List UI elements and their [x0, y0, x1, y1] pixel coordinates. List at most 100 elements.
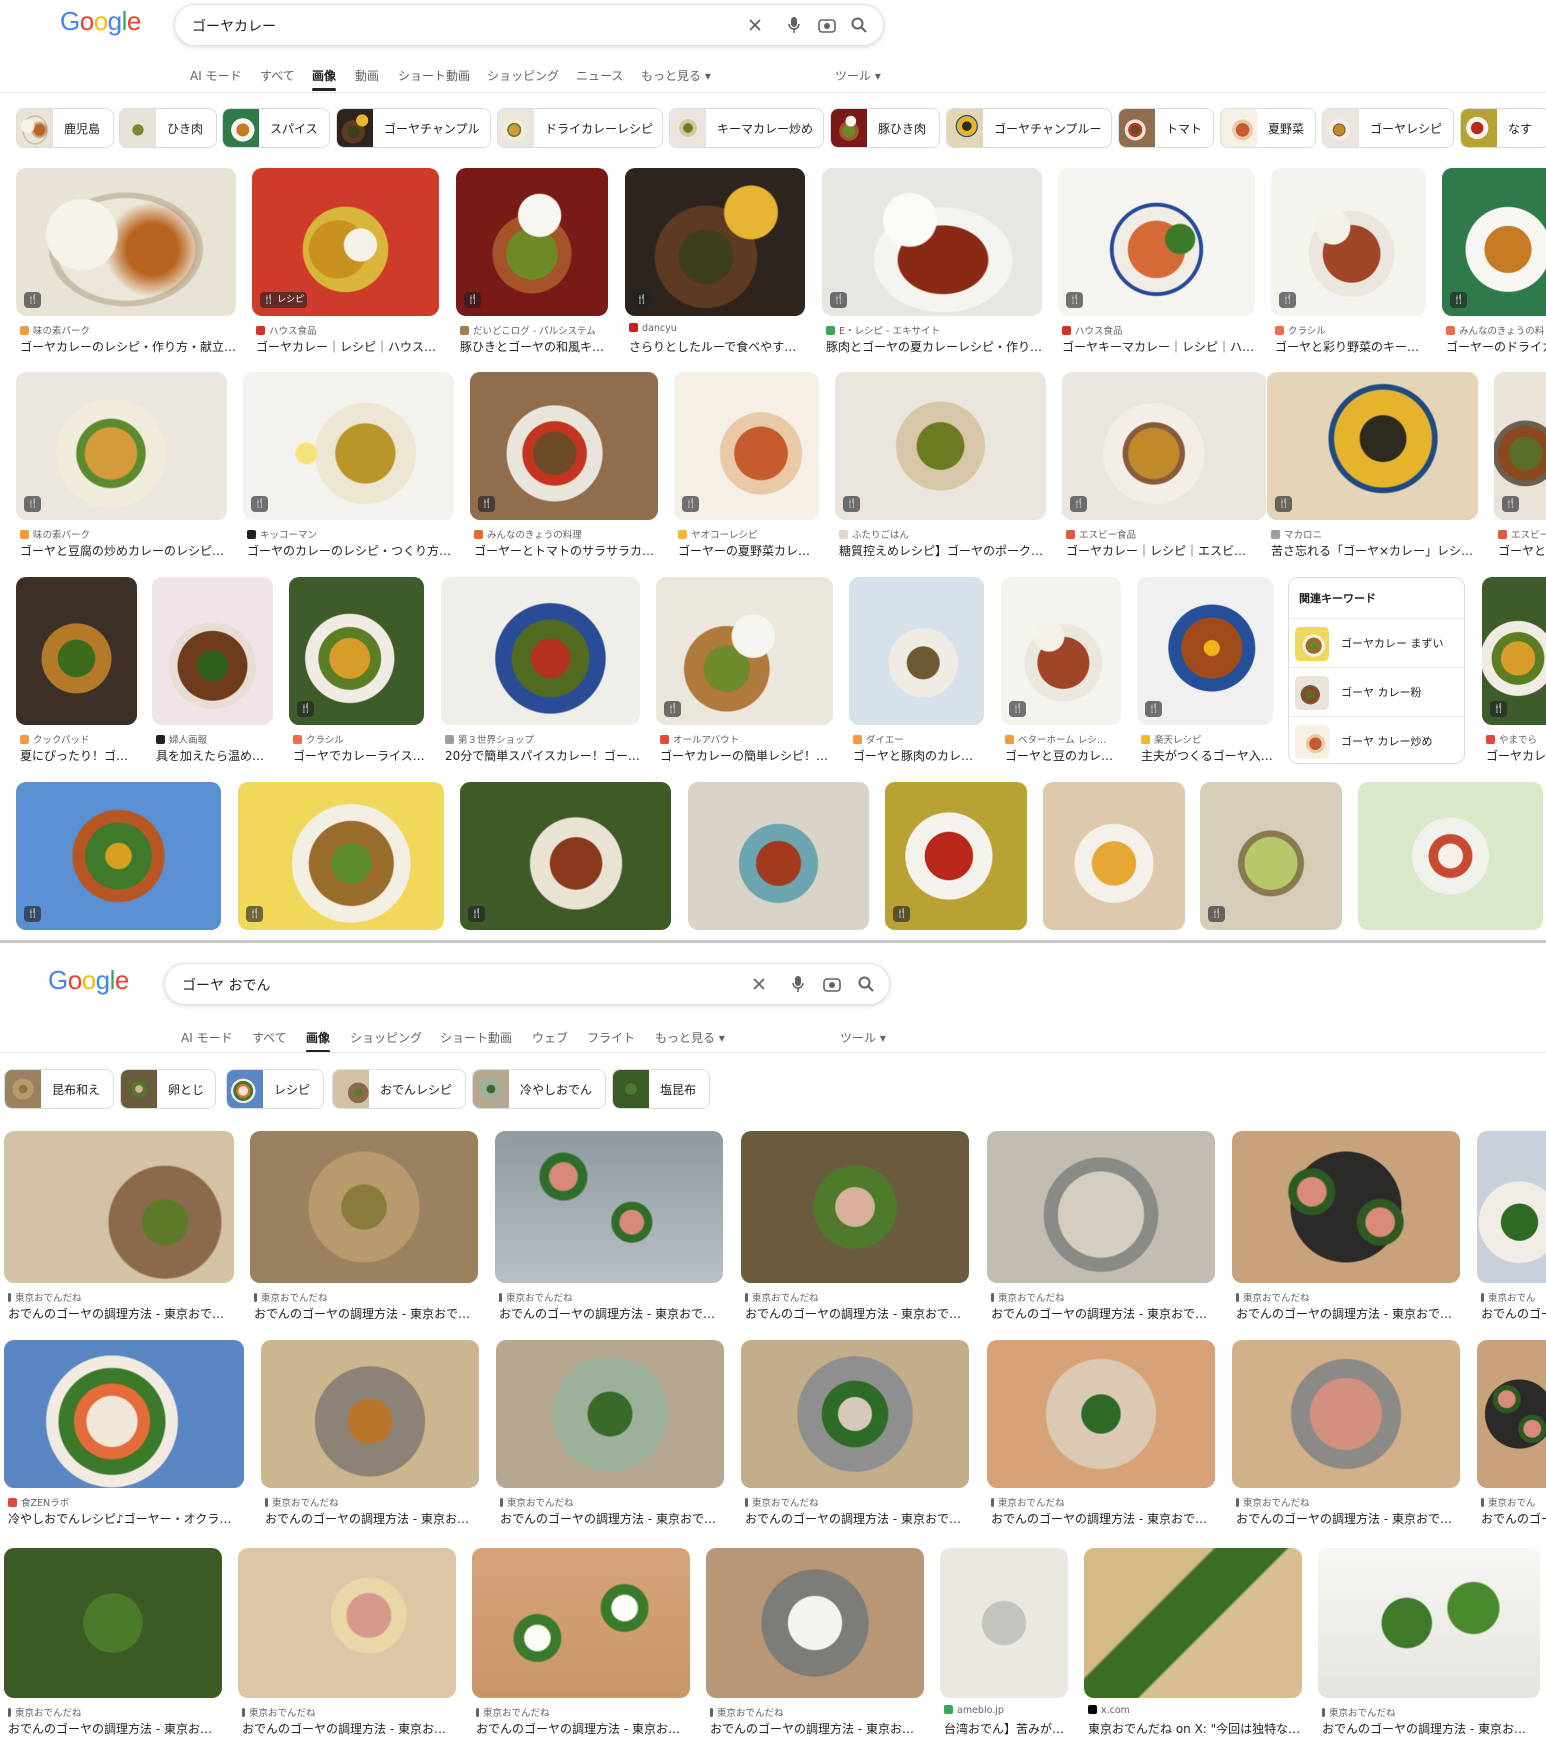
tab-all[interactable]: すべて — [260, 67, 295, 84]
tab-images[interactable]: 画像 — [312, 67, 337, 91]
result-image[interactable]: 🍴 — [822, 168, 1042, 316]
result-image[interactable] — [987, 1340, 1215, 1488]
chip-shio-kombu[interactable]: 塩昆布 — [612, 1069, 710, 1109]
result-title[interactable]: おでんのゴーヤの調理方法 - 東京お… — [476, 1720, 694, 1737]
tab-news[interactable]: ニュース — [576, 67, 623, 84]
tab-more[interactable]: もっと見る ▾ — [655, 1029, 725, 1046]
result-title[interactable]: おでんのゴー — [1481, 1510, 1546, 1527]
image-result-card[interactable]: 🍴 クラシル ゴーヤと彩り野菜のキー… — [1271, 168, 1426, 358]
image-result-card[interactable]: 東京おでんだね おでんのゴーヤの調理方法 - 東京おで… — [495, 1131, 723, 1321]
image-result-card[interactable]: 🍴 dancyu さらりとしたルーで食べやす… — [625, 168, 805, 358]
image-result-card[interactable]: 東京おでんだね おでんのゴーヤの調理方法 - 東京おで… — [1232, 1131, 1460, 1321]
image-result-card[interactable]: 🍴 E・レシピ - エキサイト 豚肉とゴーヤの夏カレーレシピ・作り… — [822, 168, 1042, 358]
image-result-card[interactable]: 🍴 ふたりごはん 糖質控えめレシピ】ゴーヤのポーク… — [835, 372, 1046, 562]
chip-tamagotoji[interactable]: 卵とじ — [120, 1069, 216, 1109]
result-image[interactable] — [238, 1548, 456, 1698]
result-image[interactable]: 🍴 — [1271, 168, 1426, 316]
image-result-card[interactable]: 🍴 — [1200, 782, 1342, 930]
image-result-card[interactable]: 🍴 エスビー ゴーヤと — [1494, 372, 1546, 562]
clear-icon[interactable] — [744, 14, 766, 36]
result-image[interactable]: 🍴 — [1137, 577, 1273, 725]
result-image[interactable]: 🍴 — [16, 372, 227, 520]
image-result-card[interactable]: 🍴 エスビー食品 ゴーヤカレー｜レシピ｜エスビ… — [1062, 372, 1266, 562]
image-result-card[interactable]: 東京おでんだね おでんのゴーヤの調理方法 - 東京お… — [261, 1340, 479, 1530]
search-query[interactable]: ゴーヤカレー — [192, 16, 276, 36]
microphone-icon[interactable] — [783, 14, 805, 36]
chip-kagoshima[interactable]: 鹿児島 — [16, 108, 114, 148]
image-result-card[interactable]: 東京おでんだね おでんのゴーヤの調理方法 - 東京お… — [1318, 1548, 1540, 1738]
result-image[interactable]: 🍴 — [470, 372, 658, 520]
image-result-card[interactable]: 東京おでんだね おでんのゴーヤの調理方法 - 東京おで… — [250, 1131, 478, 1321]
result-title[interactable]: ゴーヤーとトマトのサラサラカ… — [474, 542, 662, 559]
result-image[interactable] — [261, 1340, 479, 1488]
result-title[interactable]: おでんのゴーヤの調理方法 - 東京おで… — [1236, 1305, 1464, 1322]
result-title[interactable]: おでんのゴーヤの調理方法 - 東京おで… — [745, 1305, 973, 1322]
result-image[interactable] — [16, 577, 137, 725]
result-title[interactable]: おでんのゴーヤの調理方法 - 東京おで… — [500, 1510, 728, 1527]
result-image[interactable] — [741, 1131, 969, 1283]
result-image[interactable] — [495, 1131, 723, 1283]
result-image[interactable] — [741, 1340, 969, 1488]
lens-camera-icon[interactable] — [816, 14, 838, 36]
image-result-card[interactable]: 東京おでんだね おでんのゴーヤの調理方法 - 東京おで… — [1232, 1340, 1460, 1530]
related-keyword-item[interactable]: ゴーヤ カレー炒め — [1289, 716, 1464, 763]
image-result-card[interactable]: 東京おでん おでんのゴー — [1477, 1340, 1546, 1530]
result-image[interactable]: 🍴 — [16, 168, 236, 316]
chip-hiyashi-oden[interactable]: 冷やしおでん — [472, 1069, 606, 1109]
result-image[interactable] — [441, 577, 640, 725]
chip-goya-champuru[interactable]: ゴーヤチャンプル — [336, 108, 491, 148]
result-image[interactable] — [940, 1548, 1068, 1698]
image-result-card[interactable]: 🍴 — [238, 782, 444, 930]
result-title[interactable]: ゴーヤカレー｜レシピ｜ハウス… — [256, 338, 443, 355]
result-title[interactable]: さらりとしたルーで食べやす… — [629, 338, 809, 355]
result-image[interactable] — [1318, 1548, 1540, 1698]
result-image[interactable] — [706, 1548, 924, 1698]
image-result-card[interactable] — [1358, 782, 1543, 930]
google-logo[interactable]: Google — [48, 965, 129, 996]
result-title[interactable]: おでんのゴーヤの調理方法 - 東京お… — [710, 1720, 928, 1737]
result-title[interactable]: 夏にぴったり！ゴ… — [20, 747, 141, 764]
result-image[interactable] — [4, 1548, 222, 1698]
result-image[interactable] — [1358, 782, 1543, 930]
result-image[interactable] — [1043, 782, 1185, 930]
result-title[interactable]: 主夫がつくるゴーヤ入… — [1141, 747, 1277, 764]
result-image[interactable]: 🍴 — [1494, 372, 1546, 520]
result-title[interactable]: ゴーヤカレー｜レシピ｜エスビ… — [1066, 542, 1270, 559]
result-image[interactable]: 🍴 — [460, 782, 671, 930]
result-image[interactable] — [152, 577, 273, 725]
result-image[interactable]: 🍴 レシピ — [252, 168, 439, 316]
image-result-card[interactable]: 東京おでんだね おでんのゴーヤの調理方法 - 東京お… — [4, 1548, 222, 1738]
microphone-icon[interactable] — [787, 973, 809, 995]
result-title[interactable]: おでんのゴーヤの調理方法 - 東京おで… — [991, 1305, 1219, 1322]
image-result-card[interactable]: 東京おでんだね おでんのゴーヤの調理方法 - 東京おで… — [987, 1131, 1215, 1321]
image-result-card[interactable]: ameblo.jp 台湾おでん】苦みが… — [940, 1548, 1068, 1738]
result-image[interactable]: 🍴 — [1062, 372, 1266, 520]
result-title[interactable]: 豚肉とゴーヤの夏カレーレシピ・作り… — [826, 338, 1046, 355]
image-result-card[interactable]: クックパッド 夏にぴったり！ゴ… — [16, 577, 137, 767]
result-image[interactable]: 🍴 — [1482, 577, 1546, 725]
image-result-card[interactable]: 東京おでんだね おでんのゴーヤの調理方法 - 東京お… — [706, 1548, 924, 1738]
result-title[interactable]: おでんのゴーヤの調理方法 - 東京おで… — [745, 1510, 973, 1527]
result-image[interactable]: 🍴 — [674, 372, 819, 520]
search-box[interactable]: ゴーヤカレー — [174, 4, 884, 46]
image-result-card[interactable]: 🍴 味の素パーク ゴーヤと豆腐の炒めカレーのレシピ… — [16, 372, 227, 562]
chip-tomato[interactable]: トマト — [1118, 108, 1214, 148]
tab-short-videos[interactable]: ショート動画 — [398, 67, 470, 84]
image-result-card[interactable]: 🍴 レシピ ハウス食品 ゴーヤカレー｜レシピ｜ハウス… — [252, 168, 439, 358]
result-title[interactable]: ゴーヤカレーのレシピ・作り方・献立… — [20, 338, 240, 355]
chip-oden-recipe[interactable]: おでんレシピ — [332, 1069, 466, 1109]
image-result-card[interactable] — [1043, 782, 1185, 930]
image-result-card[interactable]: 東京おでんだね おでんのゴーヤの調理方法 - 東京お… — [238, 1548, 456, 1738]
image-result-card[interactable]: 食ZENラボ 冷やしおでんレシピ♪ゴーヤー・オクラ… — [4, 1340, 244, 1530]
result-title[interactable]: おでんのゴーヤの調理方法 - 東京お… — [242, 1720, 460, 1737]
result-title[interactable]: 糖質控えめレシピ】ゴーヤのポーク… — [839, 542, 1050, 559]
chip-hikiniku[interactable]: ひき肉 — [119, 108, 217, 148]
result-title[interactable]: ゴーヤカレーの簡単レシピ！… — [660, 747, 837, 764]
result-title[interactable]: ゴーヤのカレーのレシピ・つくり方… — [247, 542, 458, 559]
result-image[interactable]: 🍴 — [656, 577, 833, 725]
result-title[interactable]: ゴーヤキーマカレー｜レシピ｜ハ… — [1062, 338, 1259, 355]
tab-ai-mode[interactable]: AI モード — [181, 1029, 233, 1046]
result-image[interactable] — [496, 1340, 724, 1488]
image-result-card[interactable]: 🍴 マカロニ 苦さ忘れる「ゴーヤ×カレー」レシ… — [1267, 372, 1478, 562]
result-image[interactable]: 🍴 — [835, 372, 1046, 520]
